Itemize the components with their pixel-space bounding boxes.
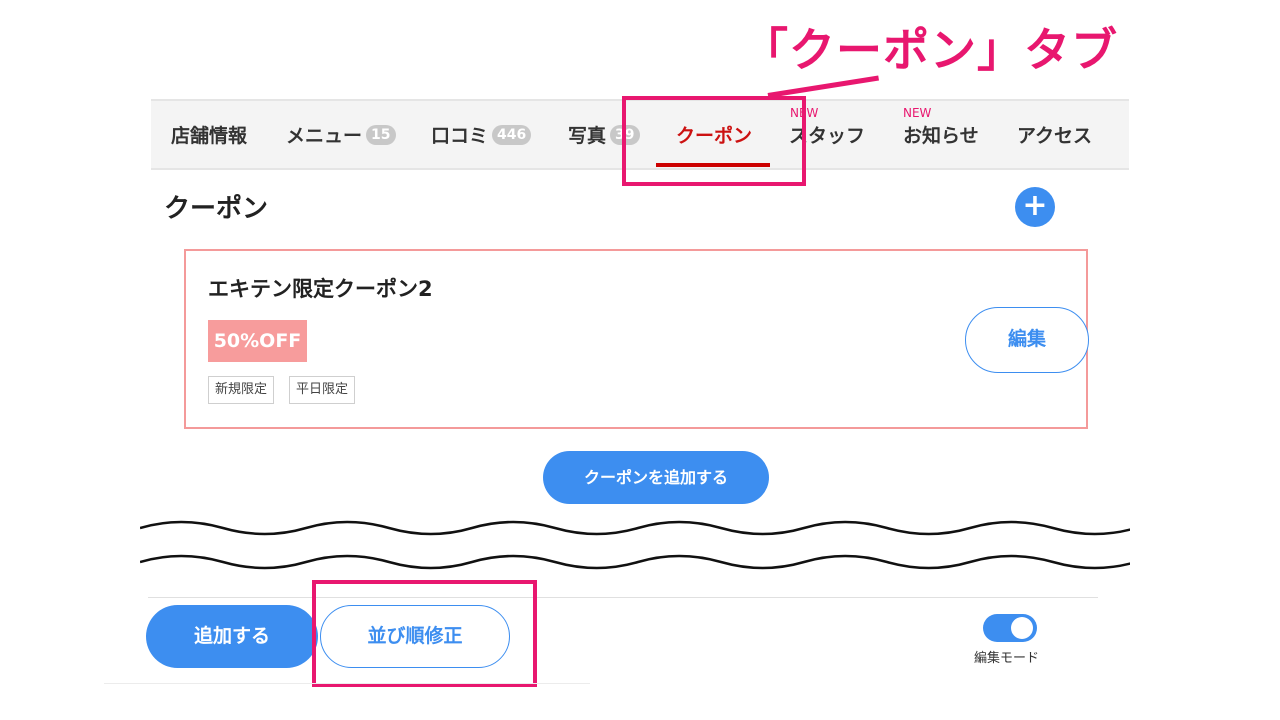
- tab-label: アクセス: [1017, 125, 1093, 147]
- tab-store-info[interactable]: 店舗情報: [171, 101, 247, 168]
- coupon-tag: 新規限定: [208, 376, 275, 404]
- wave-divider: [140, 520, 1130, 570]
- tab-label: 口コミ: [431, 125, 489, 147]
- edit-mode-toggle[interactable]: [983, 614, 1037, 642]
- tab-label: 写真: [568, 125, 607, 147]
- highlight-box-sort-button: [312, 580, 537, 687]
- edit-coupon-button[interactable]: 編集: [965, 307, 1089, 373]
- tab-label: メニュー: [286, 125, 363, 147]
- coupon-tag: 平日限定: [289, 376, 356, 404]
- add-coupon-button[interactable]: クーポンを追加する: [543, 451, 769, 504]
- highlight-box-coupon-tab: [622, 96, 806, 186]
- coupon-title: エキテン限定クーポン2: [208, 277, 433, 301]
- discount-badge: 50%OFF: [208, 320, 307, 362]
- tab-label: お知らせ: [903, 125, 979, 147]
- page-bottom-rule: [104, 683, 590, 684]
- tab-access[interactable]: アクセス: [1017, 101, 1092, 168]
- tab-count-badge: 15: [366, 124, 396, 145]
- tab-label: 店舗情報: [171, 125, 248, 147]
- footer-divider: [148, 597, 1098, 598]
- page-title: クーポン: [164, 194, 269, 224]
- callout-title: 「クーポン」タブ: [742, 23, 1118, 77]
- tab-menu[interactable]: メニュー 15: [286, 101, 396, 168]
- add-coupon-plus-button[interactable]: +: [1015, 187, 1055, 227]
- tab-reviews[interactable]: 口コミ 446: [431, 101, 532, 168]
- add-button[interactable]: 追加する: [146, 605, 318, 668]
- tab-count-badge: 446: [492, 124, 532, 145]
- edit-mode-label: 編集モード: [974, 651, 1040, 666]
- toggle-knob: [1011, 617, 1033, 639]
- plus-icon: +: [1022, 188, 1048, 223]
- coupon-card: エキテン限定クーポン2 50%OFF 新規限定 平日限定 編集: [184, 249, 1089, 429]
- new-badge-news: NEW: [903, 106, 932, 120]
